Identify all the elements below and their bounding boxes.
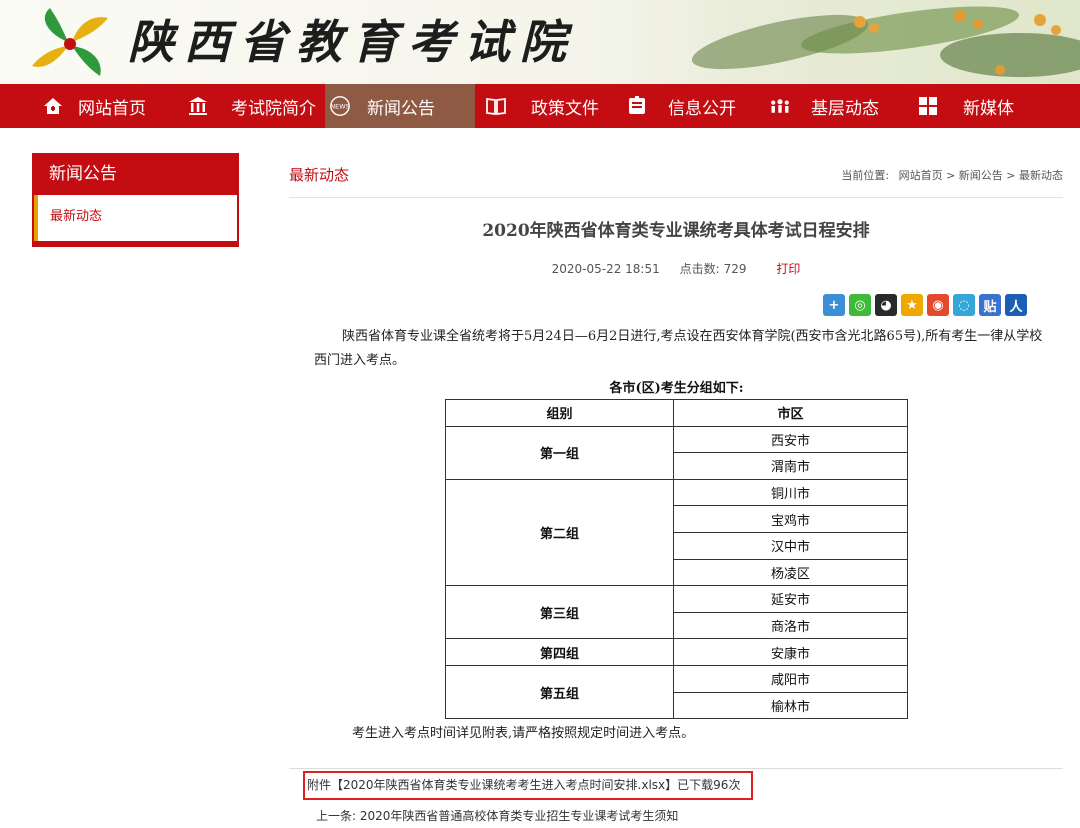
article-note: 考生进入考点时间详见附表,请严格按照规定时间进入考点。 [352,726,695,741]
column-header: 组别 [445,399,674,427]
announce-icon [626,95,648,117]
city-cell: 杨凌区 [673,558,908,587]
group-name-cell: 第一组 [445,425,674,480]
print-link[interactable]: 打印 [776,262,800,276]
table-row: 第一组 西安市 [445,425,908,480]
breadcrumb-prefix: 当前位置: [841,169,890,182]
article-date: 2020-05-22 18:51 [551,262,660,276]
group-name-cell: 第五组 [445,664,674,720]
sidebar: 新闻公告 最新动态 [32,153,239,247]
table-row: 第二组 铜川市 [445,478,908,587]
section-heading: 最新动态 [289,166,350,184]
city-cell: 榆林市 [673,691,908,720]
svg-text:NEWS: NEWS [330,103,349,111]
views-count: 729 [723,262,747,276]
breadcrumb: 最新动态 当前位置: 网站首页 > 新闻公告 > 最新动态 [289,164,1063,198]
tieba-icon[interactable]: 贴 [979,294,1001,316]
table-header-row: 组别 市区 [445,399,908,427]
nav-label: 政策文件 [531,98,599,119]
attachment-box: 附件【2020年陕西省体育类专业课统考考生进入考点时间安排.xlsx】已下载96… [303,771,753,800]
tencent-weibo-icon[interactable]: ◌ [953,294,975,316]
nav-label: 考试院简介 [231,98,316,119]
city-cell: 渭南市 [673,452,908,480]
book-icon [485,95,507,117]
site-logo-icon [32,8,108,76]
nav-item-news[interactable]: NEWS 新闻公告 [325,84,475,128]
column-header: 市区 [673,399,908,427]
grid-icon [917,95,939,117]
prev-label: 上一条: [316,809,357,823]
sidebar-title: 新闻公告 [49,164,117,184]
views-label: 点击数: [679,262,720,276]
table-row: 第四组 安康市 [445,638,908,666]
nav-label: 信息公开 [668,98,736,119]
city-cell: 咸阳市 [673,664,908,693]
table-caption: 各市(区)考生分组如下: [609,381,744,396]
renren-icon[interactable]: 人 [1005,294,1027,316]
nav-label: 新媒体 [963,98,1014,119]
nav-item-local[interactable]: 基层动态 [767,84,917,128]
home-icon [42,95,64,117]
banner-decoration [691,6,1080,77]
nav-item-disclosure[interactable]: 信息公开 [622,84,767,128]
city-cell: 延安市 [673,585,908,613]
wechat-icon[interactable]: ◎ [849,294,871,316]
city-cell: 汉中市 [673,531,908,560]
prev-article: 上一条: 2020年陕西省普通高校体育类专业招生专业课考试考生须知 [316,807,678,824]
attachment-link[interactable]: 【2020年陕西省体育类专业课统考考生进入考点时间安排.xlsx】 [331,778,677,792]
divider [289,768,1063,769]
qq-icon[interactable]: ◕ [875,294,897,316]
site-header: 陕西省教育考试院 [0,0,1080,84]
group-name-cell: 第三组 [445,585,674,640]
city-cell: 西安市 [673,425,908,454]
news-globe-icon: NEWS [329,95,351,117]
people-icon [769,95,791,117]
sidebar-item-latest[interactable]: 最新动态 [34,195,237,241]
article-title: 2020年陕西省体育类专业课统考具体考试日程安排 [482,221,870,241]
article-paragraph: 陕西省体育专业课全省统考将于5月24日—6月2日进行,考点设在西安体育学院(西安… [314,329,1043,368]
city-cell: 商洛市 [673,611,908,640]
weibo-icon[interactable]: ◉ [927,294,949,316]
share-toolbar: + ◎ ◕ ★ ◉ ◌ 贴人 [823,294,1027,316]
building-icon [187,95,209,117]
attachment-prefix: 附件 [307,778,332,792]
city-cell: 安康市 [673,638,908,666]
qzone-icon[interactable]: ★ [901,294,923,316]
nav-item-media[interactable]: 新媒体 [917,84,1057,128]
city-cell: 宝鸡市 [673,505,908,533]
nav-item-policy[interactable]: 政策文件 [475,84,622,128]
nav-label: 新闻公告 [367,98,435,119]
breadcrumb-links[interactable]: 网站首页 > 新闻公告 > 最新动态 [899,169,1063,182]
group-name-cell: 第二组 [445,478,674,587]
nav-label: 网站首页 [78,98,146,119]
group-name-cell: 第四组 [445,638,674,666]
table-row: 第三组 延安市 [445,585,908,640]
attachment-downloads: 已下载96次 [677,778,741,792]
nav-item-home[interactable]: 网站首页 [0,84,165,128]
nav-item-about[interactable]: 考试院简介 [165,84,325,128]
site-title: 陕西省教育考试院 [128,15,576,69]
main-nav: 网站首页 考试院简介 NEWS 新闻公告 政策文件 信息公开 基层动态 新媒体 [0,84,1080,128]
prev-article-link[interactable]: 2020年陕西省普通高校体育类专业招生专业课考试考生须知 [360,809,679,823]
breadcrumb-path: 当前位置: 网站首页 > 新闻公告 > 最新动态 [841,167,1063,183]
group-table: 组别 市区 第一组 西安市 渭南市 第二组 铜川市 宝鸡市 汉中市 杨凌区 第三组 延安市 商洛市第… [445,399,908,720]
share-more-icon[interactable]: + [823,294,845,316]
city-cell: 铜川市 [673,478,908,507]
table-row: 第五组 咸阳市 [445,664,908,720]
nav-label: 基层动态 [811,98,879,119]
article-meta: 2020-05-22 18:51 点击数: 729 打印 [289,260,1063,277]
